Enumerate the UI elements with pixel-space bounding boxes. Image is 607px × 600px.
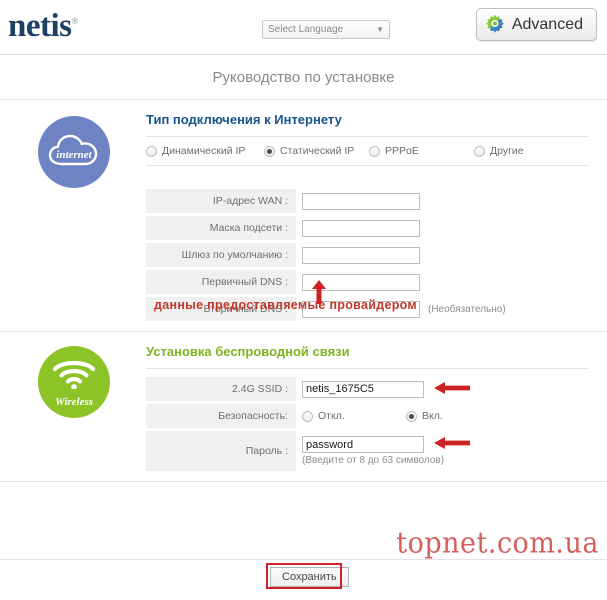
advanced-button[interactable]: Advanced <box>475 8 597 41</box>
subnet-mask-label: Маска подсети : <box>146 216 296 240</box>
ssid-control <box>296 380 470 398</box>
radio-security-on-label: Вкл. <box>422 410 443 422</box>
wifi-icon <box>51 357 97 392</box>
wan-ip-input[interactable] <box>302 192 420 210</box>
password-row: Пароль : (Введите от 8 до 63 символов) <box>146 431 589 471</box>
password-label: Пароль : <box>146 431 296 471</box>
chevron-down-icon: ▼ <box>376 24 384 34</box>
wireless-badge-caption: Wireless <box>54 395 94 408</box>
logo-registered-mark: ® <box>71 16 79 26</box>
internet-section: internet Тип подключения к Интернету Дин… <box>0 100 607 332</box>
default-gateway-label: Шлюз по умолчанию : <box>146 243 296 267</box>
language-select-label: Select Language <box>268 24 344 35</box>
ssid-arrow-left-icon <box>434 381 470 398</box>
subnet-mask-input[interactable] <box>302 219 420 237</box>
divider <box>146 368 589 369</box>
radio-security-off[interactable]: Откл. <box>302 410 398 422</box>
secondary-dns-hint: (Необязательно) <box>428 303 506 315</box>
advanced-button-label: Advanced <box>511 15 583 33</box>
password-control: (Введите от 8 до 63 символов) <box>296 436 470 466</box>
page-title-bar: Руководство по установке <box>0 55 607 100</box>
radio-security-off-label: Откл. <box>318 410 345 422</box>
radio-pppoe-indicator[interactable] <box>369 145 380 157</box>
internet-badge: internet <box>38 116 110 188</box>
wireless-section-heading: Установка беспроводной связи <box>146 344 350 359</box>
wan-ip-label: IP-адрес WAN : <box>146 189 296 213</box>
radio-pppoe[interactable]: PPPoE <box>369 145 474 157</box>
password-input[interactable] <box>302 436 424 453</box>
ssid-row: 2.4G SSID : <box>146 377 589 401</box>
security-control: Откл. Вкл. <box>296 410 443 422</box>
radio-static-ip-label: Статический IP <box>280 145 355 157</box>
radio-security-off-indicator[interactable] <box>302 410 313 422</box>
subnet-mask-row: Маска подсети : <box>146 216 589 240</box>
radio-pppoe-label: PPPoE <box>385 145 419 157</box>
security-label: Безопасность: <box>146 404 296 428</box>
language-select[interactable]: Select Language ▼ <box>262 20 390 39</box>
subnet-mask-control <box>296 219 420 237</box>
password-arrow-left-icon <box>434 436 470 453</box>
radio-dynamic-ip[interactable]: Динамический IP <box>146 145 264 157</box>
wan-ip-control <box>296 192 420 210</box>
page-title: Руководство по установке <box>212 68 395 86</box>
annotation-arrow-up-icon <box>311 280 327 307</box>
primary-dns-label: Первичный DNS : <box>146 270 296 294</box>
connection-type-row: Динамический IP Статический IP PPPoE Дру… <box>146 137 589 166</box>
internet-section-heading: Тип подключения к Интернету <box>146 112 342 127</box>
radio-dynamic-ip-label: Динамический IP <box>162 145 246 157</box>
provider-data-annotation: данные предоставляемые провайдером <box>154 298 417 312</box>
netis-logo: netis® <box>8 8 78 45</box>
wireless-section-body: Установка беспроводной связи 2.4G SSID :… <box>146 344 589 471</box>
default-gateway-input[interactable] <box>302 246 420 264</box>
watermark: topnet.com.ua <box>396 526 599 561</box>
ssid-input[interactable] <box>302 380 424 398</box>
radio-security-on[interactable]: Вкл. <box>406 410 443 422</box>
radio-static-ip[interactable]: Статический IP <box>264 145 369 157</box>
wireless-section: Wireless Установка беспроводной связи 2.… <box>0 332 607 482</box>
wireless-badge: Wireless <box>38 346 110 418</box>
security-row: Безопасность: Откл. Вкл. <box>146 404 589 428</box>
radio-other-indicator[interactable] <box>474 145 485 157</box>
radio-other[interactable]: Другие <box>474 145 524 157</box>
app-header: netis® Select Language ▼ Advanced <box>0 0 607 55</box>
ssid-label: 2.4G SSID : <box>146 377 296 401</box>
primary-dns-row: Первичный DNS : <box>146 270 589 294</box>
default-gateway-control <box>296 246 420 264</box>
default-gateway-row: Шлюз по умолчанию : <box>146 243 589 267</box>
radio-security-on-indicator[interactable] <box>406 410 417 422</box>
save-button[interactable]: Сохранить <box>270 567 349 587</box>
radio-static-ip-indicator[interactable] <box>264 145 275 157</box>
wan-ip-row: IP-адрес WAN : <box>146 189 589 213</box>
logo-text: netis <box>8 8 72 44</box>
gear-icon <box>485 13 505 36</box>
radio-other-label: Другие <box>490 145 524 157</box>
password-hint: (Введите от 8 до 63 символов) <box>302 455 445 466</box>
internet-section-body: Тип подключения к Интернету Динамический… <box>146 112 589 321</box>
internet-badge-caption: internet <box>56 149 92 161</box>
radio-dynamic-ip-indicator[interactable] <box>146 145 157 157</box>
